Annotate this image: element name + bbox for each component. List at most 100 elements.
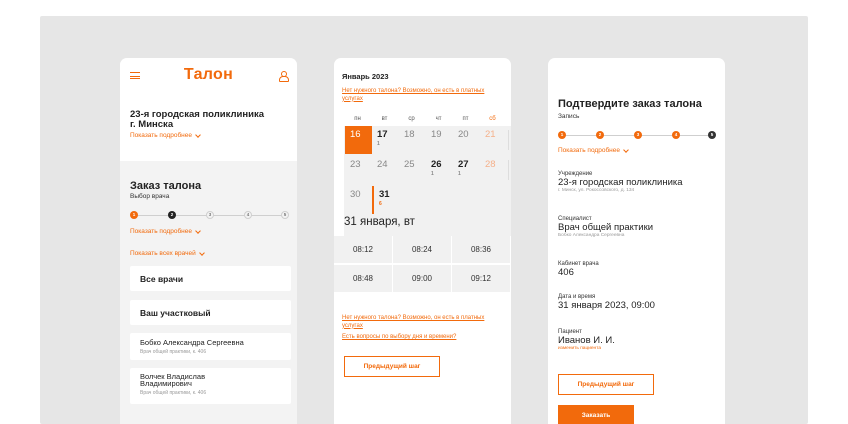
row-divider xyxy=(508,160,509,180)
show-more-label: Показать подробнее xyxy=(558,147,620,154)
month-title: Январь 2023 xyxy=(342,72,389,81)
order-title: Заказ талона xyxy=(130,180,202,192)
day-cell[interactable]: 27 1 xyxy=(453,156,480,184)
time-slots: 08:12 08:24 08:36 08:48 09:00 09:12 xyxy=(334,236,511,292)
doctor-specialty: Врач общей практики, к. 406 xyxy=(140,349,207,355)
show-more-link[interactable]: Показать подробнее xyxy=(558,146,629,154)
show-more-label: Показать подробнее xyxy=(130,228,192,235)
paid-services-link-2[interactable]: Нет нужного талона? Возможно, он есть в … xyxy=(342,315,492,330)
field-value: 23-я городская поликлиника xyxy=(558,177,683,188)
stepper: 1 2 3 4 5 xyxy=(130,211,289,219)
time-slot[interactable]: 09:12 xyxy=(452,265,510,292)
clinic-name-line2: г. Минска xyxy=(130,119,174,130)
day-number: 28 xyxy=(485,159,496,170)
day-number: 19 xyxy=(431,129,442,140)
chevron-down-icon xyxy=(195,227,201,234)
weekday-thu: чт xyxy=(435,116,442,122)
weekday-wed: ср xyxy=(408,116,415,122)
chevron-down-icon xyxy=(195,131,201,138)
slot-count: 1 xyxy=(458,171,461,177)
prev-step-button[interactable]: Предыдущий шаг xyxy=(344,356,440,377)
time-slot[interactable]: 09:00 xyxy=(393,265,451,292)
selected-date: 31 января, вт xyxy=(344,216,415,228)
day-number: 24 xyxy=(377,159,388,170)
step-5: 5 xyxy=(708,131,716,139)
stepper: 1 2 3 4 5 xyxy=(558,131,716,139)
day-number: 16 xyxy=(350,129,361,140)
paid-services-link[interactable]: Нет нужного талона? Возможно, он есть в … xyxy=(342,88,492,103)
day-cell[interactable]: 26 1 xyxy=(426,156,453,184)
day-number: 17 xyxy=(377,129,388,140)
day-number: 31 xyxy=(379,189,390,200)
day-cell[interactable]: 19 xyxy=(426,126,453,154)
doctor-card[interactable]: Волчек Владислав Владимирович Врач общей… xyxy=(130,368,291,404)
day-cell[interactable]: 30 xyxy=(345,186,372,214)
field-value: Врач общей практики xyxy=(558,222,654,233)
field-subtext: Бобко Александра Сергеевна xyxy=(558,233,625,238)
day-cell[interactable]: 21 xyxy=(480,126,507,154)
time-slot[interactable]: 08:48 xyxy=(334,265,392,292)
show-all-doctors-link[interactable]: Показать всех врачей xyxy=(130,249,205,257)
step-3: 3 xyxy=(206,211,214,219)
slot-count: 1 xyxy=(431,171,434,177)
order-button[interactable]: Заказать xyxy=(558,405,634,424)
order-subtitle: Выбор врача xyxy=(130,193,170,200)
day-cell[interactable]: 16 xyxy=(345,126,372,154)
show-more-link[interactable]: Показать подробнее xyxy=(130,131,201,139)
user-icon[interactable] xyxy=(279,71,289,82)
day-cell[interactable]: 18 xyxy=(399,126,426,154)
day-cell[interactable]: 20 xyxy=(453,126,480,154)
day-cell[interactable]: 17 1 xyxy=(372,126,399,154)
your-doctor-button[interactable]: Ваш участковый xyxy=(130,300,291,325)
prev-step-button[interactable]: Предыдущий шаг xyxy=(558,374,654,395)
datetime-field: Дата и время 31 января 2023, 09:00 xyxy=(558,294,718,311)
specialist-field: Специалист Врач общей практики Бобко Але… xyxy=(558,216,718,238)
weekday-mon: пн xyxy=(354,116,361,122)
step-5: 5 xyxy=(281,211,289,219)
confirm-subtitle: Запись xyxy=(558,113,580,120)
day-number: 20 xyxy=(458,129,469,140)
field-value: Иванов И. И. xyxy=(558,335,615,346)
show-all-doctors-label: Показать всех врачей xyxy=(130,250,196,257)
cabinet-field: Кабинет врача 406 xyxy=(558,261,718,278)
row-divider xyxy=(508,130,509,150)
time-slot[interactable]: 08:36 xyxy=(452,236,510,263)
day-number: 18 xyxy=(404,129,415,140)
step-4: 4 xyxy=(672,131,680,139)
field-value: 406 xyxy=(558,267,574,278)
day-number: 21 xyxy=(485,129,496,140)
questions-link[interactable]: Есть вопросы по выбору дня и времени? xyxy=(342,334,456,342)
doctor-name: Бобко Александра Сергеевна xyxy=(140,338,244,347)
field-subtext: г. Минск, ул. Рокоссовского, д. 134 xyxy=(558,188,635,193)
slot-count: 6 xyxy=(379,201,382,207)
step-4: 4 xyxy=(244,211,252,219)
show-more-link-2[interactable]: Показать подробнее xyxy=(130,227,201,235)
day-number: 27 xyxy=(458,159,469,170)
screen-date-selection: Январь 2023 Нет нужного талона? Возможно… xyxy=(334,58,511,424)
step-2: 2 xyxy=(168,211,176,219)
header-card: Талон 23-я городская поликлиника г. Минс… xyxy=(120,58,297,161)
day-number: 23 xyxy=(350,159,361,170)
day-cell[interactable]: 23 xyxy=(345,156,372,184)
doctor-card[interactable]: Бобко Александра Сергеевна Врач общей пр… xyxy=(130,333,291,360)
time-slot[interactable]: 08:12 xyxy=(334,236,392,263)
weekday-fri: пт xyxy=(462,116,469,122)
change-patient-link[interactable]: изменить пациента xyxy=(558,346,718,351)
weekday-tue: вт xyxy=(381,116,388,122)
background-panel: Талон 23-я городская поликлиника г. Минс… xyxy=(40,16,808,424)
day-cell[interactable]: 28 xyxy=(480,156,507,184)
all-doctors-button[interactable]: Все врачи xyxy=(130,266,291,291)
day-number: 26 xyxy=(431,159,442,170)
logo: Талон xyxy=(183,66,234,83)
slot-count: 1 xyxy=(377,141,380,147)
all-doctors-label: Все врачи xyxy=(140,274,184,284)
step-2: 2 xyxy=(596,131,604,139)
day-cell-selected[interactable]: 31 6 xyxy=(372,186,399,214)
screen-doctor-selection: Талон 23-я городская поликлиника г. Минс… xyxy=(120,58,297,424)
time-slot[interactable]: 08:24 xyxy=(393,236,451,263)
screen-confirmation: Подтвердите заказ талона Запись 1 2 3 4 … xyxy=(548,58,725,424)
doctor-specialty: Врач общей практики, к. 406 xyxy=(140,390,207,396)
day-cell[interactable]: 24 xyxy=(372,156,399,184)
day-cell[interactable]: 25 xyxy=(399,156,426,184)
chevron-down-icon xyxy=(198,249,205,256)
